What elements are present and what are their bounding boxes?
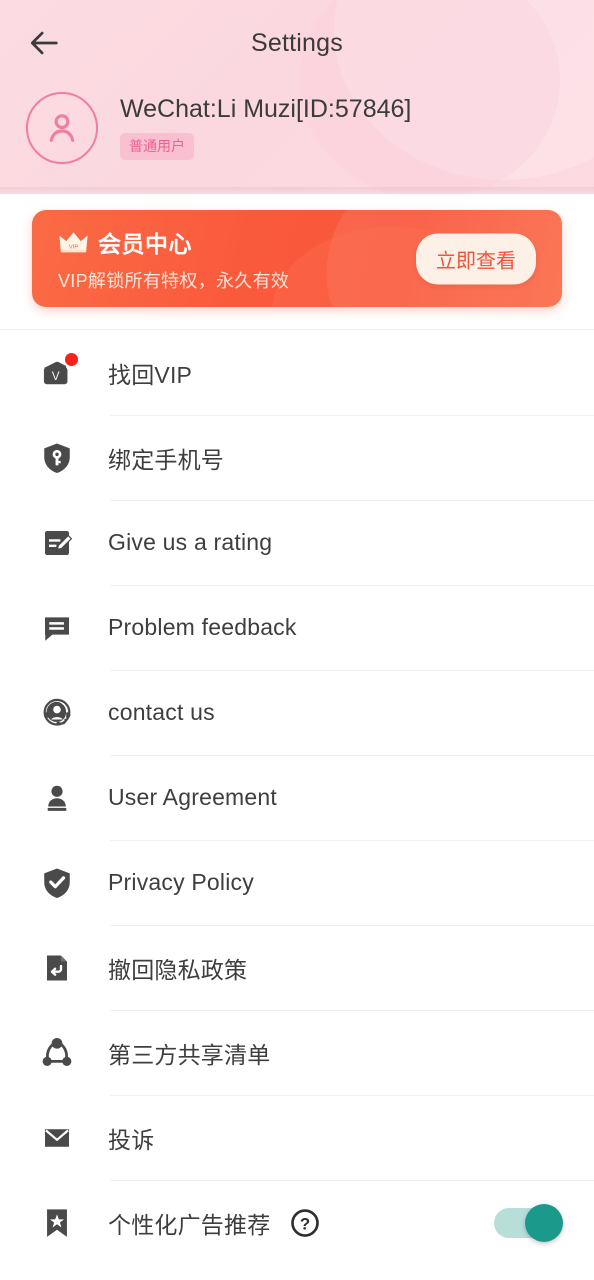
header-shadow — [0, 187, 594, 194]
list-item-label: 找回VIP — [108, 361, 193, 388]
list-item-third-party-sharing-list[interactable]: 第三方共享清单 — [0, 1010, 594, 1095]
vip-banner-container: VIP 会员中心 VIP解锁所有特权，永久有效 立即查看 — [0, 194, 594, 307]
svg-text:VIP: VIP — [69, 244, 79, 250]
banner-title: 会员中心 — [98, 230, 192, 257]
page-header: Settings WeChat:Li Muzi[ID:57846] 普通用户 — [0, 0, 594, 194]
back-button[interactable] — [22, 20, 68, 66]
revoke-return-icon — [34, 945, 80, 991]
edit-document-icon — [34, 520, 80, 566]
list-item-complaint[interactable]: 投诉 — [0, 1095, 594, 1180]
banner-body: VIP 会员中心 VIP解锁所有特权，永久有效 — [32, 225, 289, 293]
list-item-retrieve-vip[interactable]: V 找回VIP — [0, 330, 594, 415]
profile-section[interactable]: WeChat:Li Muzi[ID:57846] 普通用户 — [0, 92, 594, 164]
user-avatar-icon — [49, 114, 75, 142]
envelope-icon — [34, 1115, 80, 1161]
vip-banner[interactable]: VIP 会员中心 VIP解锁所有特权，永久有效 立即查看 — [32, 210, 562, 307]
list-item-label: Problem feedback — [108, 614, 297, 640]
toggle-knob — [525, 1203, 563, 1242]
list-item-label: Give us a rating — [108, 529, 273, 555]
list-item-problem-feedback[interactable]: Problem feedback — [0, 585, 594, 670]
share-nodes-icon — [34, 1030, 80, 1076]
notification-dot — [65, 352, 78, 366]
banner-title-row: VIP 会员中心 — [58, 225, 289, 259]
shield-check-icon — [34, 860, 80, 906]
chat-bubble-icon — [34, 605, 80, 651]
back-arrow-icon — [30, 31, 58, 55]
list-item-label: 撤回隐私政策 — [108, 956, 248, 983]
list-item-give-us-a-rating[interactable]: Give us a rating — [0, 500, 594, 585]
status-badge: 普通用户 — [120, 132, 194, 160]
list-item-revoke-privacy-policy[interactable]: 撤回隐私政策 — [0, 925, 594, 1010]
banner-subtitle: VIP解锁所有特权，永久有效 — [58, 270, 290, 291]
svg-text:V: V — [52, 370, 60, 383]
profile-text: WeChat:Li Muzi[ID:57846] 普通用户 — [120, 96, 411, 160]
settings-screen: Settings WeChat:Li Muzi[ID:57846] 普通用户 V… — [0, 0, 594, 1280]
list-item-personalized-ads[interactable]: 个性化广告推荐 ? — [0, 1180, 594, 1265]
personalized-ads-toggle[interactable] — [494, 1203, 563, 1242]
list-item-label: 第三方共享清单 — [108, 1041, 271, 1068]
list-item-label: Privacy Policy — [108, 869, 254, 895]
wallet-vip-icon: V — [34, 350, 80, 396]
avatar — [26, 92, 98, 164]
headset-support-icon — [34, 690, 80, 736]
list-item-privacy-policy[interactable]: Privacy Policy — [0, 840, 594, 925]
view-now-button[interactable]: 立即查看 — [416, 233, 536, 284]
list-item-label: contact us — [108, 699, 215, 725]
list-item-contact-us[interactable]: contact us — [0, 670, 594, 755]
shield-key-icon — [34, 435, 80, 481]
list-item-label: 个性化广告推荐 — [108, 1211, 271, 1238]
bookmark-star-icon — [34, 1200, 80, 1246]
list-item-bind-phone[interactable]: 绑定手机号 — [0, 415, 594, 500]
help-circle-icon[interactable]: ? — [290, 1208, 320, 1238]
navigation-bar: Settings — [0, 0, 594, 86]
list-item-label: User Agreement — [108, 784, 277, 810]
page-title: Settings — [251, 28, 343, 57]
profile-name: WeChat:Li Muzi[ID:57846] — [120, 95, 412, 124]
crown-vip-icon: VIP — [59, 231, 88, 252]
svg-text:?: ? — [300, 1214, 310, 1233]
user-stamp-icon — [34, 775, 80, 821]
list-item-label: 绑定手机号 — [108, 446, 224, 473]
list-item-user-agreement[interactable]: User Agreement — [0, 755, 594, 840]
list-item-label: 投诉 — [108, 1126, 155, 1153]
settings-list: V 找回VIP 绑定手机号 Give us a rating Problem f… — [0, 329, 594, 1265]
